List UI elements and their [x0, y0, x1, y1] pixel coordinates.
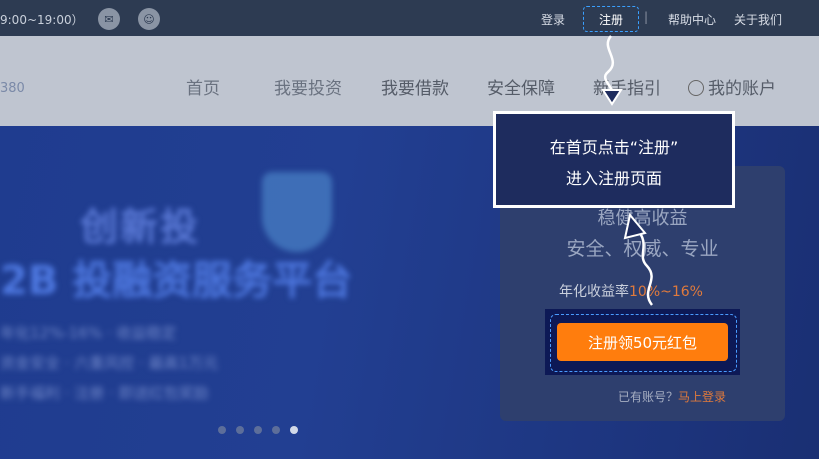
annotation-arrows: [601, 35, 654, 306]
arrowhead-down: [601, 89, 623, 106]
arrowhead-up: [623, 212, 647, 240]
arrow-to-button: [635, 227, 654, 306]
